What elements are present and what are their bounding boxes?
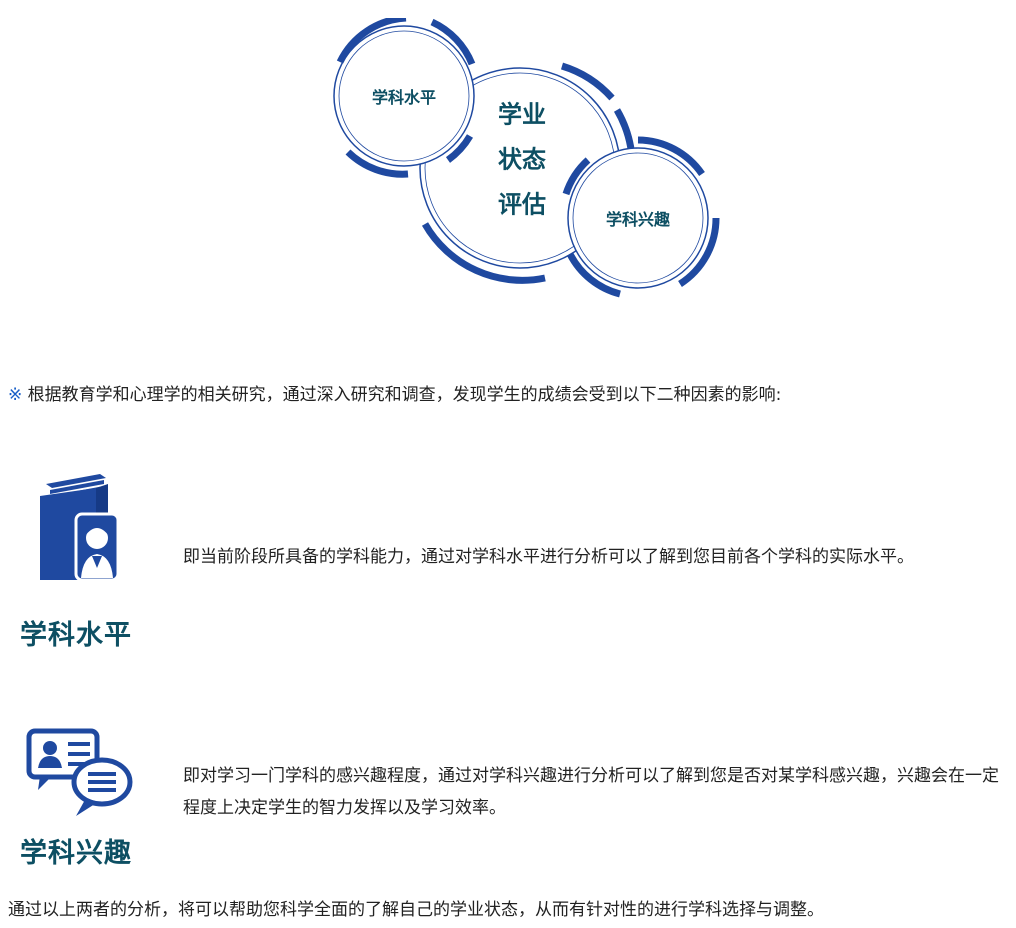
intro-sentence: ※ 根据教育学和心理学的相关研究，通过深入研究和调查，发现学生的成绩会受到以下二… xyxy=(8,380,781,405)
center-label-line3: 评估 xyxy=(498,190,546,219)
center-label-line1: 学业 xyxy=(498,100,546,129)
summary-sentence: 通过以上两者的分析，将可以帮助您科学全面的了解自己的学业状态，从而有针对性的进行… xyxy=(8,900,824,920)
factor-level-desc: 即当前阶段所具备的学科能力，通过对学科水平进行分析可以了解到您目前各个学科的实际… xyxy=(183,547,914,567)
book-person-icon xyxy=(36,474,120,588)
factor-interest-title: 学科兴趣 xyxy=(20,838,132,869)
profile-chat-icon xyxy=(26,728,134,824)
right-node-label: 学科兴趣 xyxy=(605,210,671,229)
center-label-line2: 状态 xyxy=(498,145,546,174)
factor-interest-desc: 即对学习一门学科的感兴趣程度，通过对学科兴趣进行分析可以了解到您是否对某学科感兴… xyxy=(183,766,999,818)
left-node-label: 学科水平 xyxy=(371,88,437,107)
note-mark: ※ xyxy=(8,385,23,405)
factor-level-title: 学科水平 xyxy=(20,620,132,651)
assessment-diagram: 学科水平 学科兴趣 学业 状态 评估 xyxy=(320,14,740,308)
intro-text: 根据教育学和心理学的相关研究，通过深入研究和调查，发现学生的成绩会受到以下二种因… xyxy=(22,385,782,405)
